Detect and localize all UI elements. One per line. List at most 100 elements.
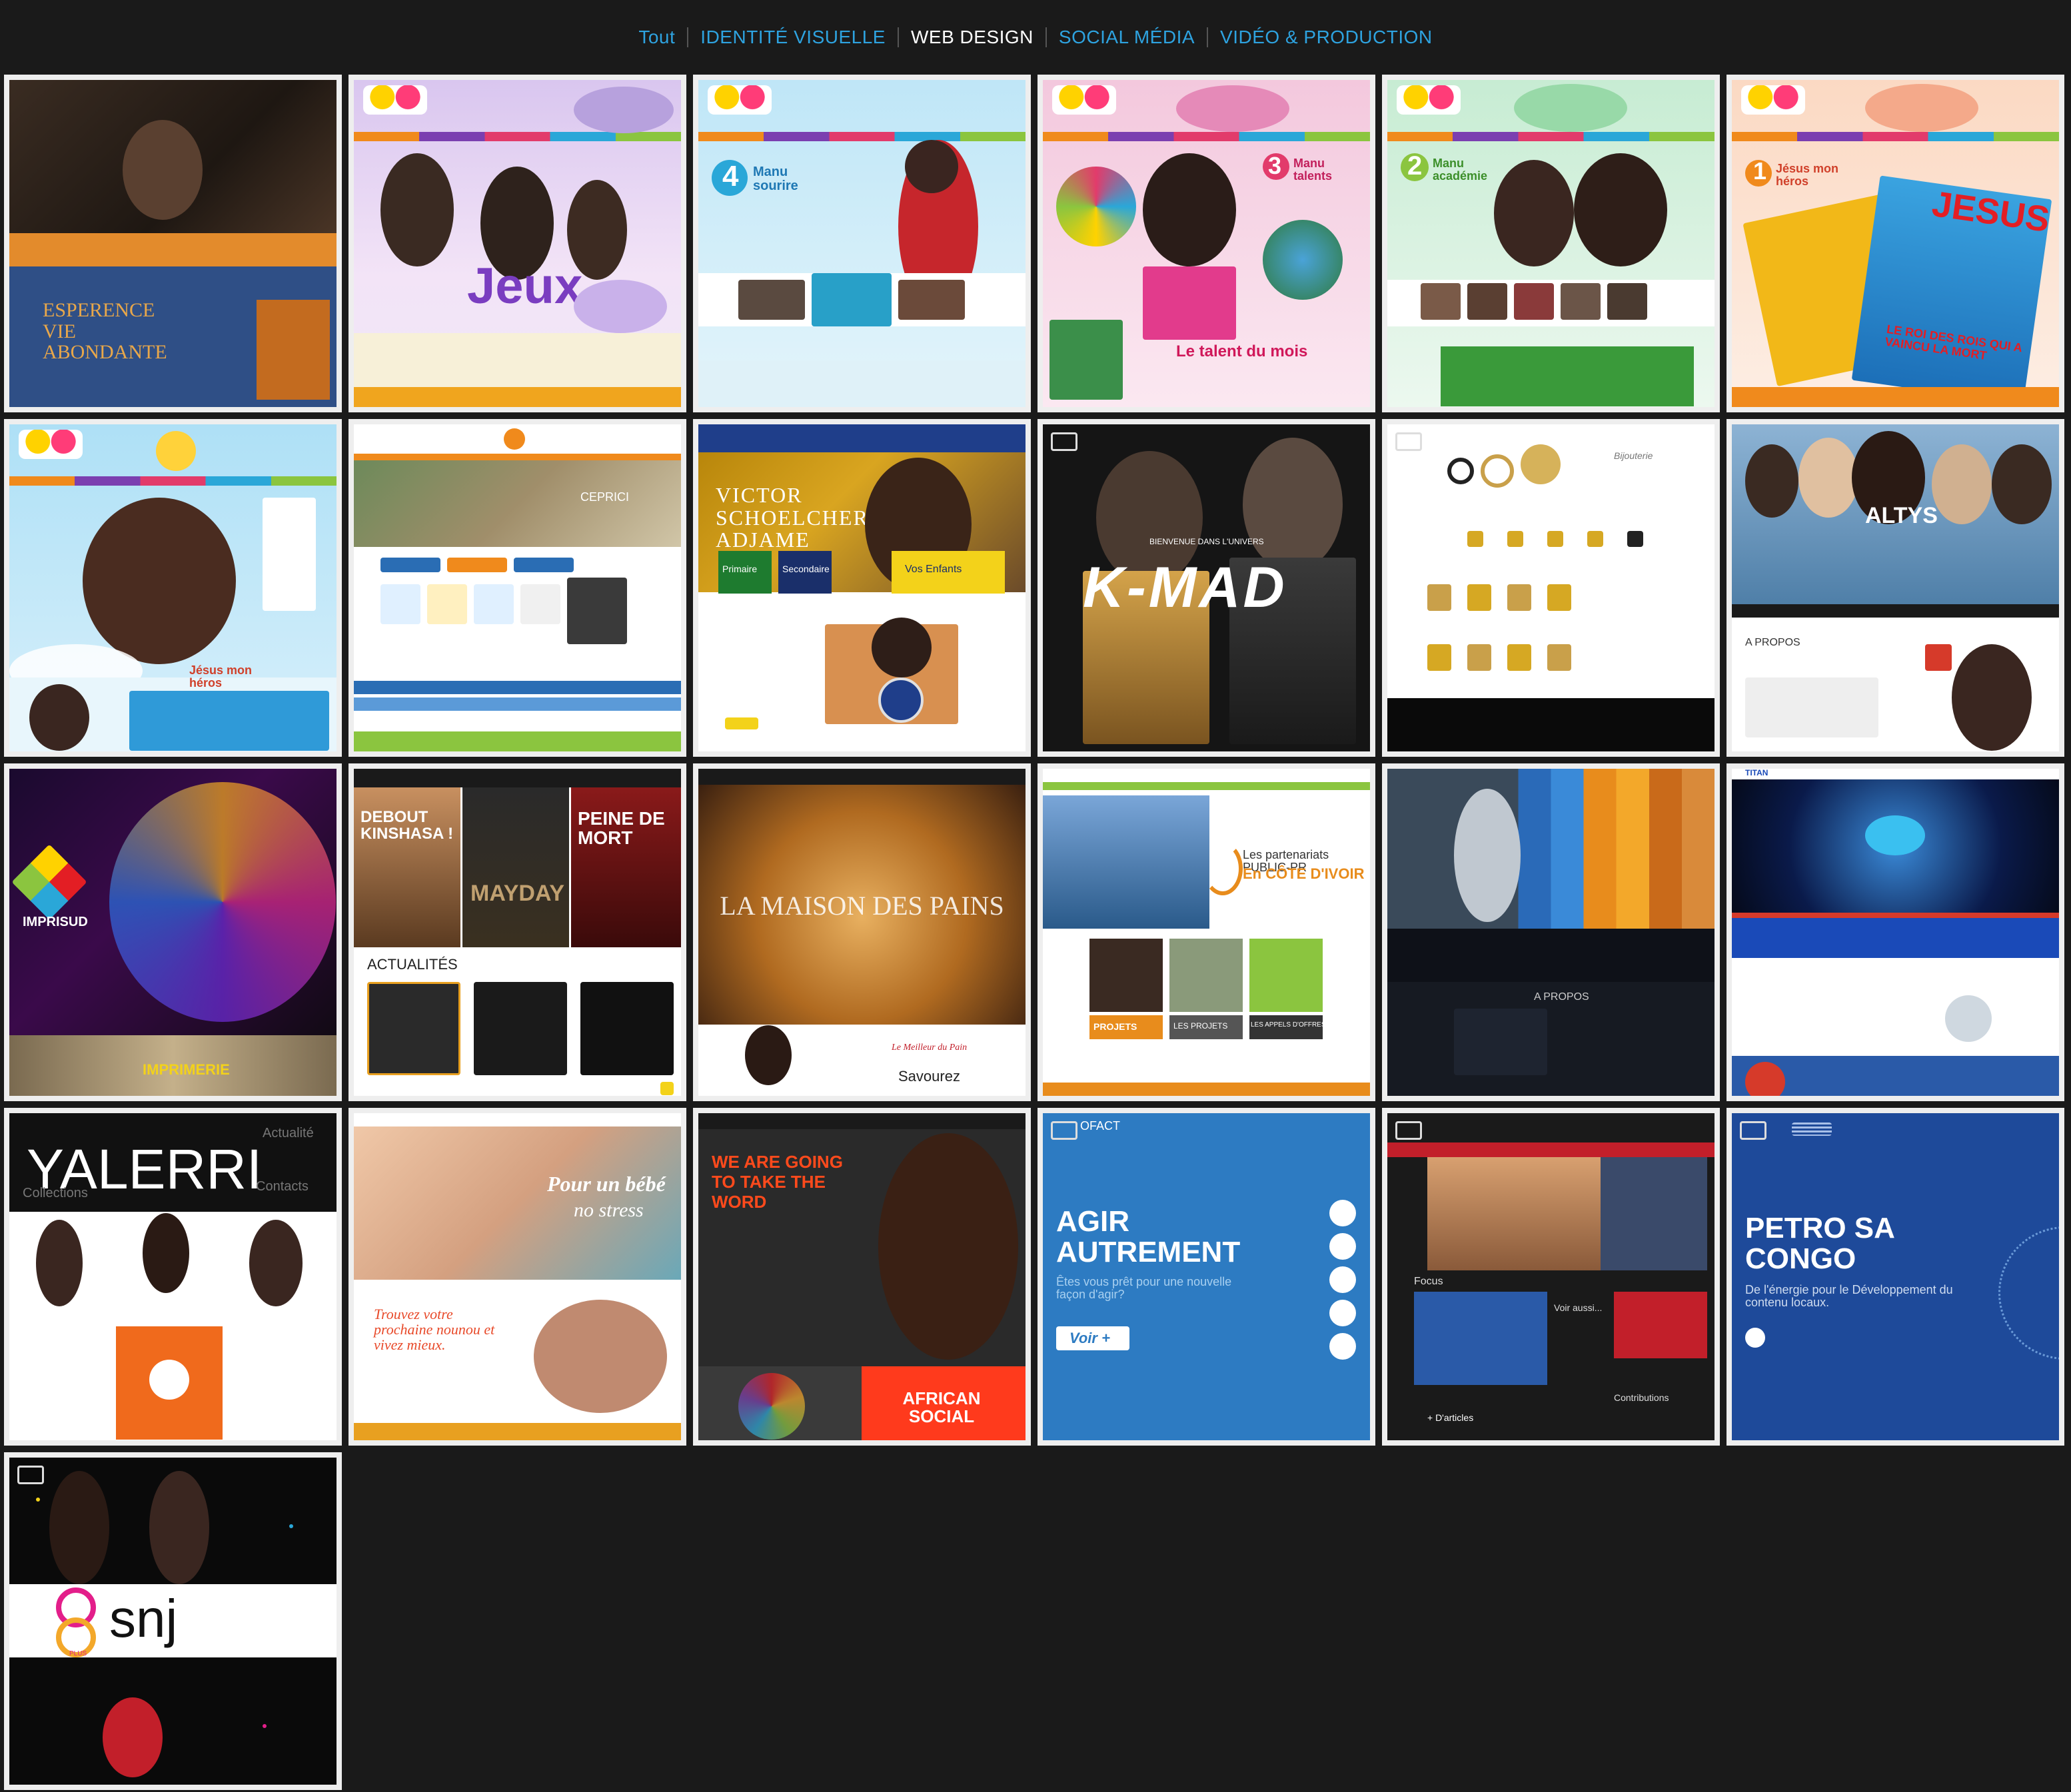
subheadline: Trouvez votre prochaine nounou et vivez … [374,1306,495,1354]
filter-visual-identity[interactable]: IDENTITÉ VISUELLE [688,27,898,48]
site-thumbnail: snj PLUS [9,1458,337,1785]
headline-line-1: AGIR [1056,1205,1129,1238]
nav-link: Contacts [256,1179,309,1194]
filter-web-design[interactable]: WEB DESIGN [899,27,1045,48]
poster-title: PEINE DE MORT [578,808,665,849]
logo [1397,85,1461,115]
site-thumbnail: CEPRICI [354,424,681,751]
portfolio-item[interactable]: ALTYS A PROPOS [1726,419,2064,757]
footer-label: AFRICAN SOCIAL [902,1388,981,1427]
portfolio-item[interactable]: A PROPOS [1382,763,1720,1101]
section-heading: Focus [1414,1276,1443,1287]
section-heading: A PROPOS [1534,991,1589,1003]
site-thumbnail: Jésus mon héros [9,424,337,751]
section-title: Manu talents [1293,157,1333,183]
section-number: 4 [722,160,739,193]
portfolio-item[interactable]: LA MAISON DES PAINS Le Meilleur du Pain … [693,763,1031,1101]
site-thumbnail: 2 Manu académie [1387,80,1715,407]
site-thumbnail: Focus Voir aussi... Contributions + D'ar… [1387,1113,1715,1440]
site-thumbnail: YALERRI Actualité Collections Contacts [9,1113,337,1440]
filter-video-production[interactable]: VIDÉO & PRODUCTION [1208,27,1445,48]
site-title: IMPRISUD [23,915,88,929]
portfolio-item[interactable]: snj PLUS [4,1452,342,1790]
portfolio-item[interactable]: IMPRISUD IMPRIMERIE [4,763,342,1101]
screenshot-icon [17,1466,44,1484]
section-number: 2 [1407,151,1423,181]
portfolio-item[interactable]: CEPRICI [348,419,686,757]
tile-label: LES PROJETS [1173,1021,1228,1031]
site-tagline: BIENVENUE DANS L'UNIVERS [1149,537,1264,546]
filter-social-media[interactable]: SOCIAL MÉDIA [1047,27,1207,48]
footer-label: IMPRIMERIE [143,1061,230,1078]
poster-title: DEBOUT KINSHASA ! [360,808,454,843]
portfolio-item[interactable]: BIENVENUE DANS L'UNIVERS K-MAD [1037,419,1375,757]
portfolio-item[interactable]: 1 Jésus mon héros JESUS LE ROI DES ROIS … [1726,75,2064,412]
portfolio-item[interactable]: 3 Manu talents Le talent du mois [1037,75,1375,412]
cta-text: Savourez [898,1068,960,1085]
portfolio-item[interactable]: OFACT AGIR AUTREMENT Êtes vous prêt pour… [1037,1108,1375,1446]
logo [363,85,427,115]
headline-line-1: PETRO SA [1745,1212,1895,1244]
site-thumbnail: LA MAISON DES PAINS Le Meilleur du Pain … [698,769,1026,1096]
site-thumbnail: ESPERENCE VIE ABONDANTE [9,80,337,407]
portfolio-item[interactable]: Les partenariats PUBLIC-PR En CÔTE D'IVO… [1037,763,1375,1101]
tagline: Le Meilleur du Pain [892,1043,968,1053]
portfolio-item[interactable]: VICTOR SCHOELCHER ADJAME Primaire Second… [693,419,1031,757]
section-heading: Contributions [1614,1392,1669,1403]
portfolio-item[interactable]: ESPERENCE VIE ABONDANTE [4,75,342,412]
site-thumbnail: BIENVENUE DANS L'UNIVERS K-MAD [1043,424,1370,751]
portfolio-item[interactable]: YALERRI Actualité Collections Contacts [4,1108,342,1446]
section-number: 3 [1268,152,1282,179]
site-title: LA MAISON DES PAINS [720,891,1004,921]
tile-label: Primaire [722,564,758,574]
site-thumbnail: WE ARE GOING TO TAKE THE WORD AFRICAN SO… [698,1113,1026,1440]
site-thumbnail: Bijouterie [1387,424,1715,751]
section-heading: A PROPOS [1745,637,1800,648]
portfolio-item[interactable]: TITAN [1726,763,2064,1101]
section-title: Manu sourire [753,165,798,193]
portfolio-item[interactable]: WE ARE GOING TO TAKE THE WORD AFRICAN SO… [693,1108,1031,1446]
portfolio-item[interactable]: Jésus mon héros [4,419,342,757]
site-thumbnail: DEBOUT KINSHASA ! MAYDAY PEINE DE MORT A… [354,769,681,1096]
portfolio-item[interactable]: 2 Manu académie [1382,75,1720,412]
portfolio-item[interactable]: Bijouterie [1382,419,1720,757]
headline-line-2: CONGO [1745,1242,1856,1275]
tile-label: Secondaire [782,564,830,574]
site-thumbnail: Jeux [354,80,681,407]
site-thumbnail: OFACT AGIR AUTREMENT Êtes vous prêt pour… [1043,1113,1370,1440]
logo [1052,85,1116,115]
site-title: ALTYS [1865,503,1938,528]
logo [19,430,83,459]
site-thumbnail: IMPRISUD IMPRIMERIE [9,769,337,1096]
portfolio-item[interactable]: Focus Voir aussi... Contributions + D'ar… [1382,1108,1720,1446]
screenshot-icon [1051,432,1077,451]
filter-all[interactable]: Tout [626,27,687,48]
portfolio-item[interactable]: PETRO SA CONGO De l'énergie pour le Déve… [1726,1108,2064,1446]
site-thumbnail: PETRO SA CONGO De l'énergie pour le Déve… [1732,1113,2059,1440]
site-thumbnail: Les partenariats PUBLIC-PR En CÔTE D'IVO… [1043,769,1370,1096]
section-title: Manu académie [1433,157,1488,183]
headline-line-2: no stress [574,1199,644,1221]
site-title: CEPRICI [580,490,630,504]
site-title: Jeux [467,258,583,314]
site-thumbnail: Pour un bébé no stress Trouvez votre pro… [354,1113,681,1440]
screenshot-icon [1395,432,1422,451]
site-thumbnail: A PROPOS [1387,769,1715,1096]
site-title: K-MAD [1083,556,1287,620]
section-title: Jésus mon héros [1776,162,1839,188]
brand-logo: OFACT [1080,1119,1121,1132]
portfolio-item[interactable]: DEBOUT KINSHASA ! MAYDAY PEINE DE MORT A… [348,763,686,1101]
section-heading: ACTUALITÉS [367,956,458,973]
featured-title: Jésus mon héros [189,664,253,689]
cta-button-label: Voir + [1069,1330,1110,1346]
portfolio-item[interactable]: Pour un bébé no stress Trouvez votre pro… [348,1108,686,1446]
portfolio-item[interactable]: 4 Manu sourire [693,75,1031,412]
site-thumbnail: 4 Manu sourire [698,80,1026,407]
screenshot-icon [1395,1121,1422,1140]
site-title: Bijouterie [1614,450,1653,461]
tile-label: PROJETS [1093,1021,1137,1032]
portfolio-item[interactable]: Jeux [348,75,686,412]
featured-caption: Le talent du mois [1176,342,1308,360]
site-title: ESPERENCE VIE ABONDANTE [43,299,167,363]
nav-link: Collections [23,1186,88,1200]
